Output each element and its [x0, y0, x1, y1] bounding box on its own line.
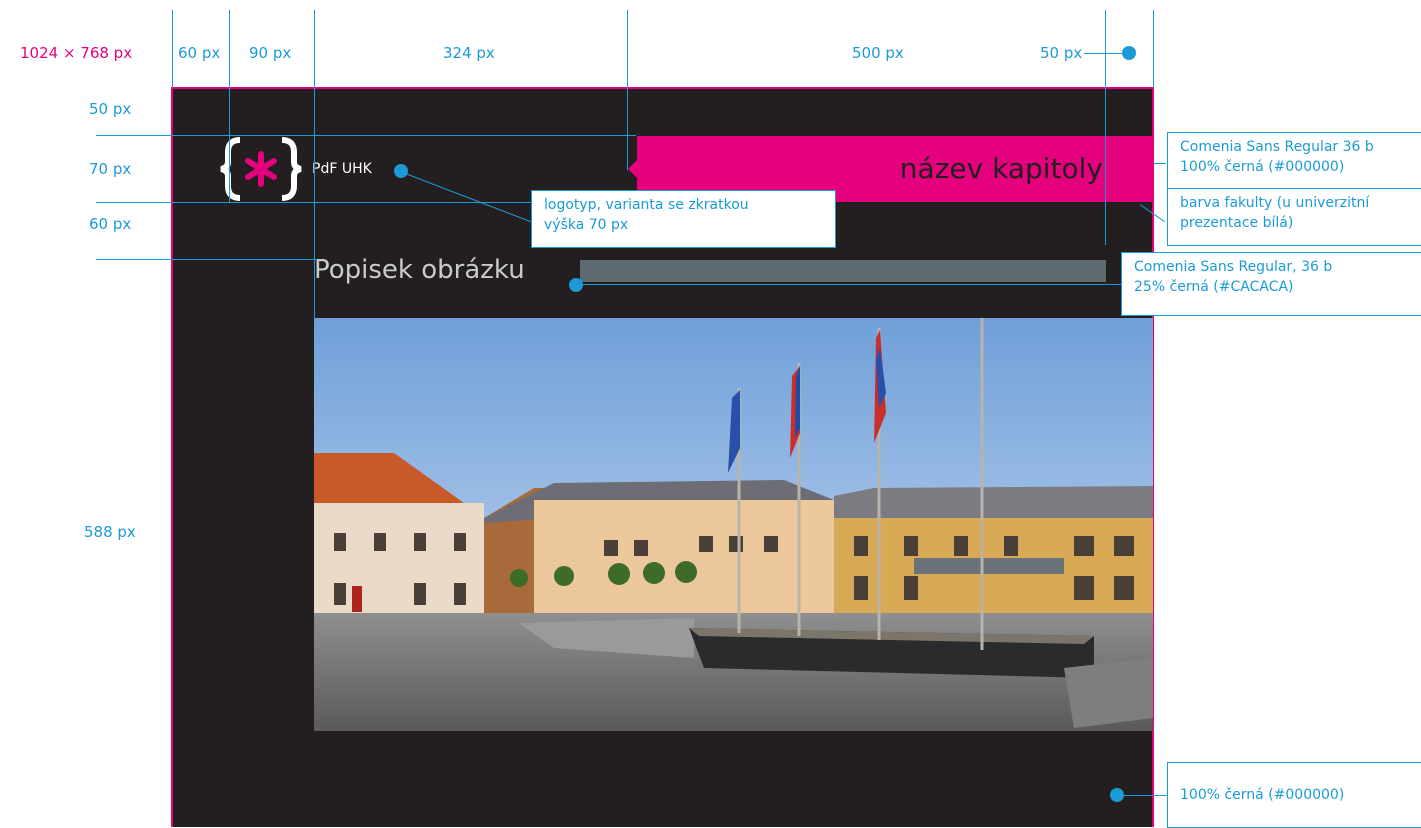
- guide-h-50: [96, 135, 636, 136]
- guide-v-slide-left: [172, 10, 173, 88]
- dim-row-4: 588 px: [84, 523, 136, 541]
- campus-photo: [314, 318, 1153, 731]
- chapter-font-line-1: Comenia Sans Regular 36 b: [1180, 139, 1374, 155]
- dim-col-5: 50 px: [1040, 44, 1083, 62]
- caption-font-line-1: Comenia Sans Regular, 36 b: [1134, 259, 1333, 275]
- chapter-bar-notch: [628, 160, 637, 178]
- image-caption: Popisek obrázku: [314, 255, 525, 285]
- faculty-color-callout: barva fakulty (u univerzitní prezentace …: [1167, 188, 1421, 246]
- logo-callout-line-2: výška 70 px: [544, 217, 629, 233]
- dim-col-3: 324 px: [443, 44, 495, 62]
- guide-v-60: [229, 10, 230, 202]
- background-callout-leader: [1117, 795, 1167, 796]
- guide-v-center: [627, 10, 628, 170]
- logo-abbreviation: PdF UHK: [312, 161, 372, 177]
- background-callout: 100% černá (#000000): [1167, 762, 1421, 828]
- guide-v-right-margin: [1105, 10, 1106, 245]
- caption-bar: [580, 260, 1106, 282]
- chapter-font-callout: Comenia Sans Regular 36 b 100% černá (#0…: [1167, 132, 1421, 190]
- dim-col-5-dot: [1122, 46, 1136, 60]
- guide-h-120: [96, 202, 536, 203]
- logo-callout-line-1: logotyp, varianta se zkratkou: [544, 197, 749, 213]
- chapter-title: název kapitoly: [899, 152, 1103, 185]
- chapter-font-line-2: 100% černá (#000000): [1180, 159, 1345, 175]
- dim-row-2: 70 px: [89, 160, 132, 178]
- faculty-logo: [218, 136, 304, 202]
- caption-callout-dot: [569, 278, 583, 292]
- guide-v-150: [314, 10, 315, 319]
- caption-font-line-2: 25% černá (#CACACA): [1134, 279, 1294, 295]
- logo-callout: logotyp, varianta se zkratkou výška 70 p…: [531, 190, 836, 248]
- faculty-color-line-2: prezentace bílá): [1180, 215, 1294, 231]
- caption-font-callout: Comenia Sans Regular, 36 b 25% černá (#C…: [1121, 252, 1421, 316]
- caption-callout-leader: [576, 284, 1121, 285]
- dim-col-4: 500 px: [852, 44, 904, 62]
- dim-row-3: 60 px: [89, 215, 132, 233]
- canvas-size-label: 1024 × 768 px: [20, 44, 133, 62]
- guide-h-180: [96, 259, 316, 260]
- faculty-color-line-1: barva fakulty (u univerzitní: [1180, 195, 1370, 211]
- background-callout-text: 100% černá (#000000): [1180, 787, 1345, 803]
- dim-row-1: 50 px: [89, 100, 132, 118]
- dim-col-1: 60 px: [178, 44, 221, 62]
- dim-col-2: 90 px: [249, 44, 292, 62]
- chapter-font-leader: [1154, 163, 1166, 164]
- guide-v-slide-right: [1153, 10, 1154, 88]
